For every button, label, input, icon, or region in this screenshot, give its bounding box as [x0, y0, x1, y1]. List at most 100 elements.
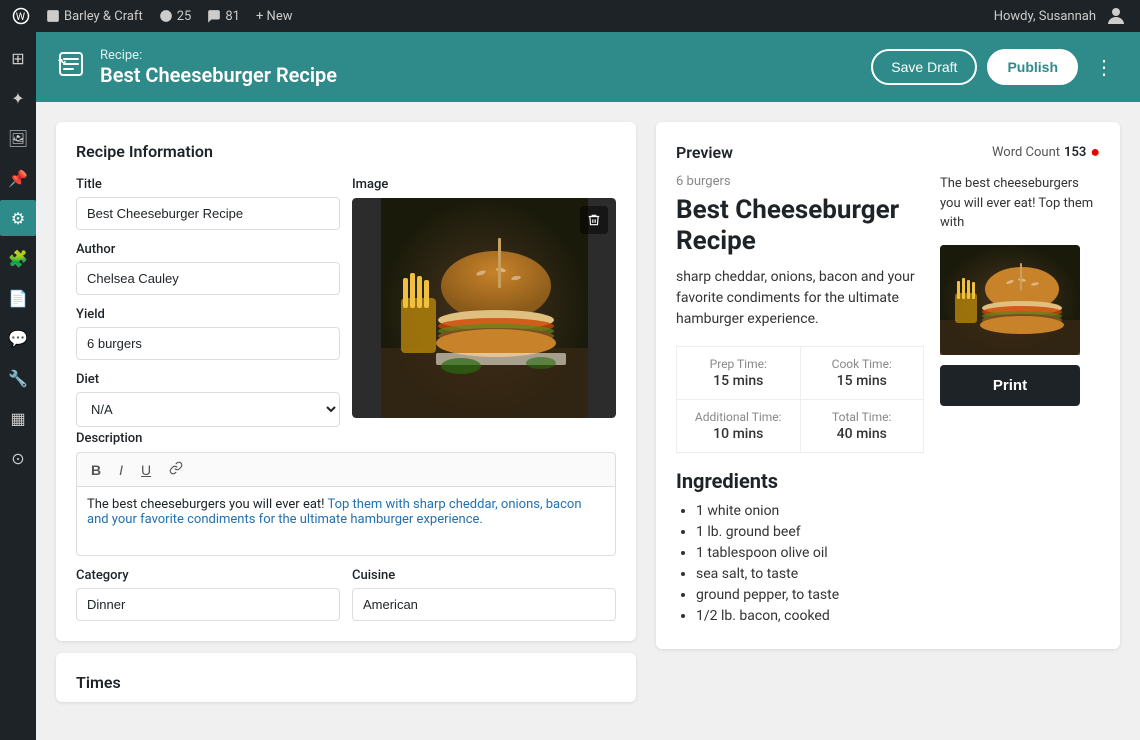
cuisine-input[interactable]	[352, 588, 616, 621]
sidebar-icon-comments[interactable]: 💬	[0, 320, 36, 356]
diet-field-group: Diet N/A	[76, 372, 340, 427]
site-name[interactable]: Barley & Craft	[46, 9, 143, 24]
comments-count[interactable]: 81	[207, 9, 240, 24]
description-editor[interactable]: The best cheeseburgers you will ever eat…	[76, 486, 616, 556]
editor-toolbar: B I U	[76, 452, 616, 486]
wp-sidebar: ⊞ ✦ 🖼 📌 ⚙ 🧩 📄 💬 🔧 ▦ ⊙	[0, 32, 36, 740]
updates-count[interactable]: 25	[159, 9, 192, 24]
wp-logo[interactable]: W	[12, 7, 30, 25]
ingredient-item: 1 lb. ground beef	[696, 524, 924, 540]
sidebar-icon-expand[interactable]: ⊙	[0, 440, 36, 476]
main-layout: Recipe Information Title Author	[36, 102, 1140, 740]
yield-field-group: Yield	[76, 307, 340, 360]
author-input[interactable]	[76, 262, 340, 295]
diet-select[interactable]: N/A	[76, 392, 340, 427]
publish-button[interactable]: Publish	[987, 49, 1078, 85]
title-input[interactable]	[76, 197, 340, 230]
diet-label: Diet	[76, 372, 340, 387]
author-field-group: Author	[76, 242, 340, 295]
description-text-start: The best cheeseburgers you will ever eat…	[87, 497, 327, 512]
save-draft-button[interactable]: Save Draft	[871, 49, 977, 85]
preview-card: Preview Word Count 153 ● 6 burgers Best …	[656, 122, 1120, 649]
category-input[interactable]	[76, 588, 340, 621]
sidebar-icon-dashboard[interactable]: ⊞	[0, 40, 36, 76]
description-section: Description B I U	[76, 431, 616, 556]
right-panel: Preview Word Count 153 ● 6 burgers Best …	[656, 122, 1120, 720]
prep-time-cell: Prep Time: 15 mins	[677, 347, 801, 400]
admin-bar-right: Howdy, Susannah	[994, 4, 1128, 28]
description-label: Description	[76, 431, 616, 446]
ingredient-item: sea salt, to taste	[696, 566, 924, 582]
total-time-value: 40 mins	[815, 426, 910, 442]
title-label: Title	[76, 177, 340, 192]
sidebar-icon-blocks[interactable]: ▦	[0, 400, 36, 436]
title-field-group: Title	[76, 177, 340, 230]
category-cuisine-row: Category Cuisine	[76, 568, 616, 621]
total-time-cell: Total Time: 40 mins	[801, 400, 925, 453]
yield-input[interactable]	[76, 327, 340, 360]
cook-time-value: 15 mins	[815, 373, 910, 389]
ingredient-item: 1/2 lb. bacon, cooked	[696, 608, 924, 624]
sidebar-icon-settings[interactable]: ⚙	[0, 200, 36, 236]
word-count-number: 153	[1064, 145, 1086, 160]
form-col-right: Image	[352, 177, 616, 418]
preview-header: Preview Word Count 153 ●	[676, 142, 1100, 162]
ingredients-list: 1 white onion 1 lb. ground beef 1 tables…	[676, 503, 924, 624]
delete-image-icon[interactable]	[580, 206, 608, 234]
word-count: Word Count 153 ●	[992, 142, 1100, 162]
additional-time-value: 10 mins	[691, 426, 786, 442]
prep-time-value: 15 mins	[691, 373, 786, 389]
cook-time-label: Cook Time:	[815, 357, 910, 371]
preview-main: 6 burgers Best Cheeseburger Recipe sharp…	[676, 174, 924, 629]
underline-button[interactable]: U	[137, 459, 155, 480]
sidebar-icon-tools[interactable]: 🔧	[0, 360, 36, 396]
cook-time-cell: Cook Time: 15 mins	[801, 347, 925, 400]
sidebar-icon-posts[interactable]: ✦	[0, 80, 36, 116]
category-field-group: Category	[76, 568, 340, 621]
post-header-actions: Save Draft Publish ⋮	[871, 49, 1120, 85]
preview-burger-thumbnail	[940, 245, 1080, 355]
sidebar-icon-pages[interactable]: 📄	[0, 280, 36, 316]
ingredients-section: Ingredients 1 white onion 1 lb. ground b…	[676, 469, 924, 624]
word-count-indicator: ●	[1090, 142, 1100, 162]
italic-button[interactable]: I	[115, 459, 127, 480]
preview-sidebar-text: The best cheeseburgers you will ever eat…	[940, 174, 1100, 233]
recipe-information-card: Recipe Information Title Author	[56, 122, 636, 641]
recipe-info-title: Recipe Information	[76, 142, 616, 161]
post-header-left: Recipe: Best Cheeseburger Recipe	[56, 48, 337, 87]
author-label: Author	[76, 242, 340, 257]
preview-yield: 6 burgers	[676, 174, 924, 189]
preview-description: sharp cheddar, onions, bacon and your fa…	[676, 267, 924, 330]
new-content-button[interactable]: + New	[256, 9, 293, 24]
image-label: Image	[352, 177, 616, 192]
sidebar-icon-pin[interactable]: 📌	[0, 160, 36, 196]
yield-label: Yield	[76, 307, 340, 322]
additional-time-label: Additional Time:	[691, 410, 786, 424]
post-header-text: Recipe: Best Cheeseburger Recipe	[100, 48, 337, 87]
link-button[interactable]	[165, 459, 187, 480]
preview-sidebar-right: The best cheeseburgers you will ever eat…	[940, 174, 1100, 629]
preview-content: 6 burgers Best Cheeseburger Recipe sharp…	[676, 174, 1100, 629]
total-time-label: Total Time:	[815, 410, 910, 424]
word-count-label: Word Count	[992, 145, 1060, 160]
times-title: Times	[76, 673, 616, 692]
preview-title: Preview	[676, 143, 733, 162]
admin-bar: W Barley & Craft 25 81 + New Howdy, Susa…	[0, 0, 1140, 32]
preview-recipe-title: Best Cheeseburger Recipe	[676, 195, 924, 257]
times-card: Times	[56, 653, 636, 702]
howdy-text: Howdy, Susannah	[994, 9, 1096, 24]
prep-time-label: Prep Time:	[691, 357, 786, 371]
left-panel: Recipe Information Title Author	[56, 122, 636, 720]
sidebar-icon-media[interactable]: 🖼	[0, 120, 36, 156]
sidebar-icon-plugins[interactable]: 🧩	[0, 240, 36, 276]
post-title: Best Cheeseburger Recipe	[100, 63, 337, 87]
admin-bar-left: W Barley & Craft 25 81 + New	[12, 7, 293, 25]
category-label: Category	[76, 568, 340, 583]
additional-time-cell: Additional Time: 10 mins	[677, 400, 801, 453]
more-options-button[interactable]: ⋮	[1088, 55, 1120, 80]
print-button[interactable]: Print	[940, 365, 1080, 406]
bold-button[interactable]: B	[87, 459, 105, 480]
image-placeholder	[352, 198, 616, 418]
recipe-label: Recipe:	[100, 48, 337, 63]
recipe-form-grid: Title Author Yield	[76, 177, 616, 427]
